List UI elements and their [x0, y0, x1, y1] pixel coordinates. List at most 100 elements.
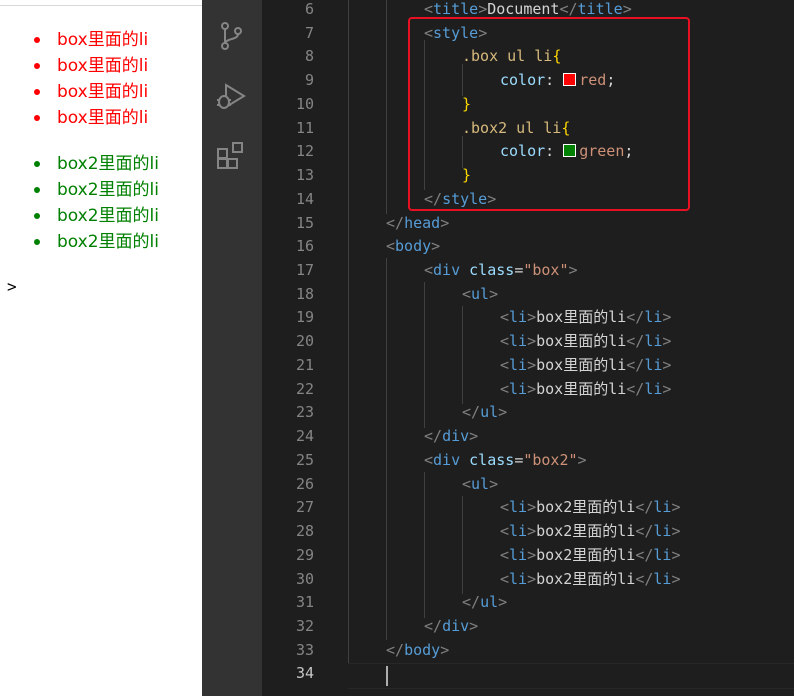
code-token: < — [500, 356, 510, 374]
extensions-icon[interactable] — [215, 140, 247, 172]
code-token: li — [653, 546, 672, 564]
list-item: box里面的li — [0, 79, 148, 105]
code-token: < — [386, 237, 396, 255]
code-token: </ — [559, 0, 578, 18]
code-token: li — [644, 380, 663, 398]
code-token: box2里面的li — [536, 546, 636, 564]
list-item-label: box里面的li — [57, 56, 149, 76]
code-line[interactable]: <ul> — [462, 282, 498, 306]
code-token: </ — [635, 546, 654, 564]
code-token: < — [424, 451, 434, 469]
bullet-icon — [34, 115, 40, 121]
line-number: 17 — [295, 261, 314, 279]
box-list: box里面的li box里面的li box里面的li box里面的li — [0, 27, 148, 131]
code-token: > — [527, 332, 537, 350]
code-token: < — [462, 475, 472, 493]
indent-guide — [462, 496, 463, 594]
code-token: > — [498, 403, 508, 421]
indent-guide — [462, 306, 463, 404]
code-token: > — [662, 332, 672, 350]
code-token: < — [500, 546, 510, 564]
code-token: > — [662, 380, 672, 398]
list-item-label: box里面的li — [57, 82, 149, 102]
code-token: ul — [480, 403, 499, 421]
line-number: 13 — [295, 166, 314, 184]
code-token: < — [500, 522, 510, 540]
source-control-icon[interactable] — [215, 20, 247, 52]
line-number: 21 — [295, 356, 314, 374]
line-number: 32 — [295, 617, 314, 635]
bullet-icon — [34, 187, 40, 193]
list-item: box里面的li — [0, 27, 148, 53]
code-line[interactable]: </head> — [386, 211, 449, 235]
line-number: 29 — [295, 546, 314, 564]
code-token: ul — [471, 475, 490, 493]
console-caret: > — [7, 277, 17, 296]
code-line[interactable]: </ul> — [462, 590, 507, 614]
bullet-icon — [34, 89, 40, 95]
code-token: box2里面的li — [536, 570, 636, 588]
code-token: > — [440, 214, 450, 232]
code-line[interactable]: <li>box2里面的li</li> — [500, 567, 680, 591]
code-line[interactable]: </div> — [424, 614, 478, 638]
list-item: box2里面的li — [0, 177, 159, 203]
code-line[interactable]: <div class="box"> — [424, 258, 578, 282]
code-token: > — [498, 593, 508, 611]
code-line[interactable]: <li>box里面的li</li> — [500, 329, 671, 353]
code-token: li — [509, 546, 528, 564]
code-token: < — [500, 332, 510, 350]
code-line[interactable]: <li>box里面的li</li> — [500, 305, 671, 329]
code-token: > — [527, 356, 537, 374]
code-token: > — [527, 308, 537, 326]
activity-bar — [202, 0, 262, 696]
line-number: 11 — [295, 119, 314, 137]
code-line[interactable]: <li>box2里面的li</li> — [500, 495, 680, 519]
line-number: 15 — [295, 214, 314, 232]
line-number: 24 — [295, 427, 314, 445]
code-token: > — [671, 570, 681, 588]
code-token: > — [662, 356, 672, 374]
code-token: ul — [471, 285, 490, 303]
code-token: > — [527, 380, 537, 398]
code-token: > — [577, 451, 587, 469]
code-token: li — [509, 498, 528, 516]
bullet-icon — [34, 161, 40, 167]
code-token: box里面的li — [536, 332, 627, 350]
code-line[interactable]: <li>box2里面的li</li> — [500, 543, 680, 567]
code-line[interactable]: </body> — [386, 638, 449, 662]
run-debug-icon[interactable] — [215, 80, 247, 112]
code-token: </ — [635, 498, 654, 516]
line-number: 28 — [295, 522, 314, 540]
indent-guide — [386, 0, 387, 214]
code-line[interactable]: </ul> — [462, 400, 507, 424]
code-token: li — [509, 332, 528, 350]
code-line[interactable]: <li>box2里面的li</li> — [500, 519, 680, 543]
code-token: div — [442, 617, 470, 635]
bullet-icon — [34, 213, 40, 219]
line-number: 31 — [295, 593, 314, 611]
code-token: class — [469, 451, 515, 469]
code-token: </ — [626, 308, 645, 326]
code-token: > — [440, 641, 450, 659]
code-token: > — [671, 522, 681, 540]
code-line[interactable]: <div class="box2"> — [424, 448, 587, 472]
code-line[interactable]: </div> — [424, 424, 478, 448]
code-token: </ — [424, 617, 443, 635]
list-item: box里面的li — [0, 105, 148, 131]
line-number: 9 — [304, 71, 314, 89]
code-line[interactable]: <li>box里面的li</li> — [500, 353, 671, 377]
code-token: < — [500, 570, 510, 588]
code-token: "box2" — [523, 451, 578, 469]
code-line[interactable]: <body> — [386, 234, 440, 258]
code-token: > — [527, 522, 537, 540]
code-token: < — [500, 498, 510, 516]
code-line[interactable]: <ul> — [462, 472, 498, 496]
list-item-label: box2里面的li — [57, 232, 159, 252]
code-token: div — [442, 427, 470, 445]
current-line-highlight — [348, 663, 794, 689]
code-token: </ — [626, 356, 645, 374]
code-line[interactable]: <li>box里面的li</li> — [500, 377, 671, 401]
list-item: box里面的li — [0, 53, 148, 79]
code-token: < — [424, 0, 434, 18]
